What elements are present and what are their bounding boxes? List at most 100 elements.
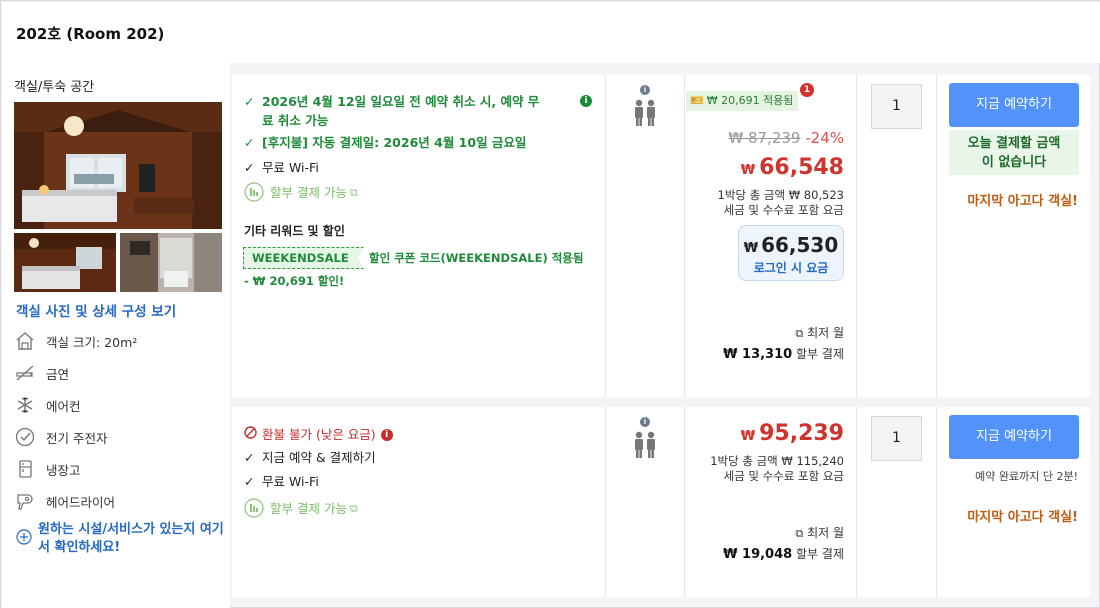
offer-conditions: 환불 불가 (낮은 요금) i ✓ 지금 예약 & 결제하기 ✓ 무료 Wi-F… bbox=[232, 407, 605, 597]
occupancy: i bbox=[606, 407, 684, 597]
monthly-payment: ₩ 13,310 할부 결제 bbox=[723, 347, 844, 362]
room-type-label: 객실/투숙 공간 bbox=[14, 80, 95, 95]
installment-condition[interactable]: 할부 결제 가능 ⧉ bbox=[244, 498, 358, 518]
cancel-line-2: 료 취소 가능 bbox=[262, 113, 329, 128]
amenity-hairdryer: 헤어드라이어 bbox=[14, 488, 115, 514]
wifi-text: 무료 Wi-Fi bbox=[262, 160, 319, 175]
installment-icon bbox=[244, 182, 264, 202]
amenity-no-smoking: 금연 bbox=[14, 360, 69, 386]
cancel-line-1: 2026년 4월 12일 일요일 전 예약 취소 시, 예약 무 bbox=[262, 94, 540, 109]
hairdryer-icon bbox=[14, 490, 36, 512]
coupon-discount-text: - ₩ 20,691 할인! bbox=[244, 274, 345, 288]
amenity-room-size: 객실 크기: 20m² bbox=[14, 328, 137, 354]
amenity-label: 헤어드라이어 bbox=[46, 494, 116, 510]
wifi-condition: ✓ 무료 Wi-Fi bbox=[244, 472, 319, 491]
snowflake-icon bbox=[14, 394, 36, 416]
info-icon[interactable]: i bbox=[640, 417, 650, 427]
wifi-text: 무료 Wi-Fi bbox=[262, 474, 319, 489]
check-icon: ✓ bbox=[244, 135, 255, 150]
refund-text: 환불 불가 (낮은 요금) bbox=[262, 427, 376, 442]
notification-badge: 1 bbox=[800, 83, 814, 97]
external-link-icon: ⧉ bbox=[349, 501, 358, 515]
book-now-button[interactable]: 지금 예약하기 bbox=[949, 83, 1079, 127]
amenity-label: 에어컨 bbox=[46, 398, 81, 414]
prohibited-icon bbox=[244, 425, 258, 444]
no-smoking-icon bbox=[14, 362, 36, 384]
coupon-applied-text: 할인 쿠폰 코드(WEEKENDSALE) 적용됨 bbox=[369, 251, 584, 265]
room-info-panel: 객실/투숙 공간 객실 사진 및 상세 구성 보기 객실 크기: 20m² 금연… bbox=[2, 63, 230, 608]
info-icon[interactable]: i bbox=[640, 85, 650, 95]
two-adults-icon bbox=[633, 431, 657, 463]
price-block: ₩95,239 1박당 총 금액 ₩ 115,240 세금 및 수수료 포함 요… bbox=[685, 407, 856, 597]
ticket-icon: 🎫 bbox=[690, 94, 704, 107]
pay-now-condition: ✓ 지금 예약 & 결제하기 bbox=[244, 448, 376, 467]
occupancy: i bbox=[606, 75, 684, 397]
final-price: ₩66,548 bbox=[740, 155, 844, 180]
room-photo-thumb-2[interactable] bbox=[120, 233, 222, 292]
final-price: ₩95,239 bbox=[740, 421, 844, 446]
original-price: ₩ 87,239 -24% bbox=[728, 129, 844, 147]
check-icon: ✓ bbox=[244, 94, 255, 109]
non-refundable-condition: 환불 불가 (낮은 요금) i bbox=[244, 425, 393, 444]
check-icon: ✓ bbox=[244, 474, 255, 489]
discount-applied-badge: 🎫 ₩ 20,691 적용됨 bbox=[686, 91, 799, 111]
amenity-request-link[interactable]: 원하는 시설/서비스가 있는지 여기서 확인하세요! bbox=[16, 521, 226, 557]
two-adults-icon bbox=[633, 99, 657, 131]
info-icon[interactable]: i bbox=[380, 428, 393, 441]
price-note: 1박당 총 금액 ₩ 115,240 세금 및 수수료 포함 요금 bbox=[710, 454, 844, 483]
pay-nothing-today: 오늘 결제할 금액 이 없습니다 bbox=[949, 130, 1079, 175]
room-photo-thumb-1[interactable] bbox=[14, 233, 116, 292]
last-room-notice: 마지막 아고다 객실! bbox=[967, 194, 1078, 209]
min-monthly-label: ⧉ 최저 월 bbox=[795, 526, 844, 540]
external-link-icon: ⧉ bbox=[795, 327, 804, 340]
check-icon: ✓ bbox=[244, 160, 255, 175]
room-quantity-select[interactable]: 1 bbox=[871, 84, 922, 129]
booking-col: 지금 예약하기 예약 완료까지 단 2분! 마지막 아고다 객실! bbox=[937, 407, 1090, 597]
free-cancel-condition: ✓ 2026년 4월 12일 일요일 전 예약 취소 시, 예약 무 료 취소 … bbox=[244, 92, 584, 130]
quantity-col: 1 bbox=[857, 407, 936, 597]
login-price-box[interactable]: ₩66,530 로그인 시 요금 bbox=[738, 225, 844, 281]
min-monthly-label: ⧉ 최저 월 bbox=[795, 326, 844, 340]
amenity-label: 전기 주전자 bbox=[46, 430, 108, 446]
check-circle-icon bbox=[14, 426, 36, 448]
quick-booking-notice: 예약 완료까지 단 2분! bbox=[975, 470, 1078, 483]
quantity-col: 1 bbox=[857, 75, 936, 397]
room-header: 202호 (Room 202) bbox=[2, 2, 1100, 63]
amenity-label: 냉장고 bbox=[46, 462, 81, 478]
installment-condition[interactable]: 할부 결제 가능 ⧉ bbox=[244, 182, 358, 202]
monthly-payment: ₩ 19,048 할부 결제 bbox=[723, 547, 844, 562]
coupon-code-badge: WEEKENDSALE bbox=[243, 247, 364, 269]
last-room-notice: 마지막 아고다 객실! bbox=[967, 510, 1078, 525]
booking-col: 지금 예약하기 오늘 결제할 금액 이 없습니다 마지막 아고다 객실! bbox=[937, 75, 1090, 397]
amenity-label: 금연 bbox=[46, 366, 70, 382]
installment-text: 할부 결제 가능 bbox=[270, 500, 347, 516]
postpay-text: [후지불] 자동 결제일: 2026년 4월 10일 금요일 bbox=[262, 135, 527, 150]
plus-circle-icon bbox=[16, 529, 32, 547]
installment-icon bbox=[244, 498, 264, 518]
amenity-fridge: 냉장고 bbox=[14, 456, 81, 482]
room-card: 202호 (Room 202) 객실/투숙 공간 객실 사진 및 상세 구성 보… bbox=[0, 0, 1100, 608]
check-icon: ✓ bbox=[244, 450, 255, 465]
room-quantity-select[interactable]: 1 bbox=[871, 416, 922, 461]
offer-row-1: ✓ 2026년 4월 12일 일요일 전 예약 취소 시, 예약 무 료 취소 … bbox=[232, 75, 1090, 397]
room-title: 202호 (Room 202) bbox=[16, 25, 165, 43]
amenity-link-text: 원하는 시설/서비스가 있는지 여기서 확인하세요! bbox=[38, 522, 224, 555]
login-price-label: 로그인 시 요금 bbox=[753, 261, 829, 275]
external-link-icon: ⧉ bbox=[795, 527, 804, 540]
room-photo-main[interactable] bbox=[14, 102, 222, 229]
installment-text: 할부 결제 가능 bbox=[270, 184, 347, 200]
price-note: 1박당 총 금액 ₩ 80,523 세금 및 수수료 포함 요금 bbox=[717, 188, 844, 217]
amenity-air-conditioning: 에어컨 bbox=[14, 392, 81, 418]
postpay-condition: ✓ [후지불] 자동 결제일: 2026년 4월 10일 금요일 bbox=[244, 133, 526, 152]
amenity-label: 객실 크기: 20m² bbox=[46, 334, 138, 350]
house-icon bbox=[14, 330, 36, 352]
room-photos-link[interactable]: 객실 사진 및 상세 구성 보기 bbox=[16, 300, 176, 320]
book-now-button[interactable]: 지금 예약하기 bbox=[949, 415, 1079, 459]
info-icon[interactable]: i bbox=[580, 95, 592, 107]
wifi-condition: ✓ 무료 Wi-Fi bbox=[244, 158, 319, 177]
amenity-kettle: 전기 주전자 bbox=[14, 424, 107, 450]
price-block: 🎫 ₩ 20,691 적용됨 1 ₩ 87,239 -24% ₩66,548 1… bbox=[685, 75, 856, 397]
pay-now-text: 지금 예약 & 결제하기 bbox=[262, 450, 376, 465]
rewards-title: 기타 리워드 및 할인 bbox=[244, 224, 345, 238]
external-link-icon: ⧉ bbox=[349, 185, 358, 199]
